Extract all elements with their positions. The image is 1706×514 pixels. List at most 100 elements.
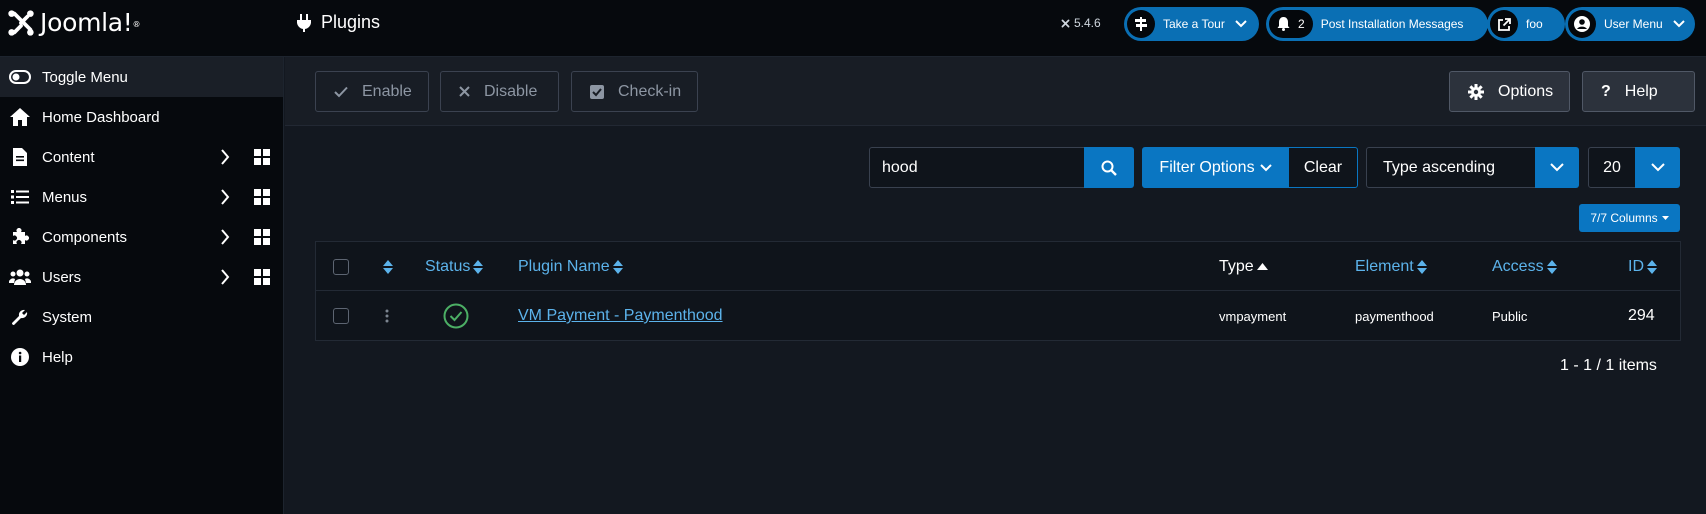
options-label: Options [1498,82,1554,100]
list-limit-toggle[interactable] [1635,147,1680,188]
plugins-table: Status Plugin Name Type Element Access I… [315,241,1681,341]
chevron-down-icon [1550,163,1564,172]
version-badge: 5.4.6 [1060,16,1101,30]
users-icon [8,267,32,287]
sidebar-item-label: Components [42,228,128,246]
element-header[interactable]: Element [1355,242,1427,291]
joomla-logo[interactable]: Joomla!® [6,8,141,38]
sort-select[interactable]: Type ascending [1366,147,1536,188]
external-link-icon [1490,10,1518,38]
options-button[interactable]: Options [1449,71,1570,112]
sort-icon [473,259,484,274]
row-checkbox-cell [333,291,349,341]
id-header-label: ID [1628,257,1644,275]
chevron-right-icon[interactable] [220,269,230,285]
chevron-right-icon[interactable] [220,149,230,165]
bell-icon [1277,17,1290,31]
columns-toggle-button[interactable]: 7/7 Columns [1579,204,1680,232]
clear-button[interactable]: Clear [1288,147,1358,188]
ellipsis-vertical-icon [385,309,389,323]
sidebar-item-label: Home Dashboard [42,108,160,126]
check-circle-icon [443,303,469,329]
sort-select-toggle[interactable] [1535,147,1579,188]
info-icon [8,347,32,367]
list-limit-select[interactable]: 20 [1588,147,1636,188]
checkbox-checked-icon [590,84,604,99]
pagination-summary: 1 - 1 / 1 items [1560,357,1657,374]
site-link-button[interactable]: foo [1487,7,1565,41]
home-icon [8,107,32,127]
clear-label: Clear [1303,158,1343,176]
select-all-checkbox-cell [333,242,349,291]
chevron-right-icon[interactable] [220,229,230,245]
type-header-label: Type [1219,257,1254,275]
drag-handle[interactable] [385,291,389,341]
dashboard-grid-icon[interactable] [254,189,270,205]
sidebar-item-label: Content [42,148,95,166]
id-cell: 294 [1628,307,1655,324]
plugin-name-link[interactable]: VM Payment - Paymenthood [518,307,723,325]
sidebar-item-help[interactable]: Help [0,337,283,377]
header-bar: Joomla!® Plugins 5.4.6 Take a Tour 2 Pos… [0,0,1706,57]
sort-icon [612,259,623,274]
id-header[interactable]: ID [1628,242,1657,291]
dashboard-grid-icon[interactable] [254,149,270,165]
sidebar-item-label: System [42,308,93,326]
sort-icon [1416,259,1427,274]
sidebar-item-menus[interactable]: Menus [0,177,283,217]
file-icon [8,147,32,167]
page-title-text: Plugins [321,12,381,32]
version-text: 5.4.6 [1074,16,1101,30]
sidebar-item-toggle-menu[interactable]: Toggle Menu [0,57,283,97]
status-toggle[interactable] [443,291,469,341]
element-header-label: Element [1355,257,1414,275]
ordering-sort-header[interactable] [383,242,393,291]
dashboard-grid-icon[interactable] [254,229,270,245]
sidebar-item-home-dashboard[interactable]: Home Dashboard [0,97,283,137]
enable-label: Enable [362,82,412,100]
disable-button[interactable]: Disable [440,71,559,112]
check-icon [334,86,348,97]
help-button[interactable]: ? Help [1582,71,1695,112]
plugin-name-header[interactable]: Plugin Name [518,242,623,291]
sidebar-item-label: Menus [42,188,88,206]
search-button[interactable] [1084,147,1134,188]
search-input[interactable] [869,147,1085,188]
sidebar-item-users[interactable]: Users [0,257,283,297]
post-installation-messages-button[interactable]: 2 Post Installation Messages [1266,7,1488,41]
filter-options-button[interactable]: Filter Options [1142,147,1289,188]
search-icon [1101,160,1117,176]
access-cell: Public [1492,308,1528,324]
sort-icon [1647,259,1657,274]
dashboard-grid-icon[interactable] [254,269,270,285]
question-icon: ? [1601,82,1611,100]
caret-down-icon [1661,216,1669,220]
take-a-tour-label: Take a Tour [1163,17,1225,31]
access-header[interactable]: Access [1492,242,1557,291]
take-a-tour-button[interactable]: Take a Tour [1124,7,1259,41]
sidebar-item-content[interactable]: Content [0,137,283,177]
select-all-checkbox[interactable] [333,258,349,275]
chevron-right-icon[interactable] [220,189,230,205]
messages-count: 2 [1298,17,1305,31]
plugin-name-cell: VM Payment - Paymenthood [518,291,723,341]
status-header[interactable]: Status [425,242,484,291]
plugin-name-header-label: Plugin Name [518,257,610,275]
chevron-down-icon [1672,20,1685,28]
user-menu-button[interactable]: User Menu [1565,7,1695,41]
check-in-label: Check-in [618,82,682,100]
user-circle-icon [1568,10,1596,38]
chevron-down-icon [1259,163,1272,171]
type-header[interactable]: Type [1219,242,1268,291]
puzzle-icon [8,227,32,247]
enable-button[interactable]: Enable [315,71,429,112]
sidebar: Toggle Menu Home Dashboard Content Menus… [0,57,284,514]
sidebar-item-system[interactable]: System [0,297,283,337]
check-in-button[interactable]: Check-in [571,71,698,112]
row-checkbox[interactable] [333,308,349,324]
sidebar-item-label: Toggle Menu [42,68,128,86]
element-cell: paymenthood [1355,308,1434,324]
sidebar-item-components[interactable]: Components [0,217,283,257]
access-header-label: Access [1492,257,1544,275]
list-icon [8,187,32,207]
